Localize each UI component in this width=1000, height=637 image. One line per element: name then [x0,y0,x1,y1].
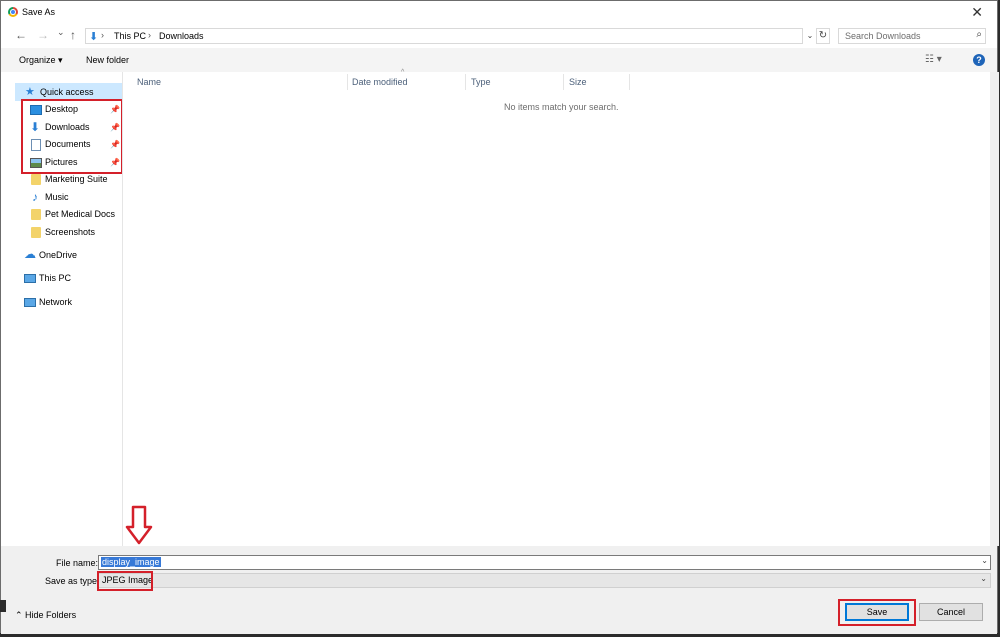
back-arrow-icon[interactable]: ← [15,28,27,42]
close-icon[interactable]: ✕ [971,4,983,21]
refresh-icon[interactable]: ↻ [816,28,830,44]
up-arrow-icon[interactable]: ↑ [70,28,76,42]
save-as-type-highlight [97,571,153,591]
breadcrumb-separator: › [101,30,104,40]
cloud-icon: ☁ [24,247,36,261]
column-header-label: Date modified [352,77,408,87]
star-icon: ★ [25,86,35,98]
breadcrumb-this-pc[interactable]: This PC [114,31,146,41]
organize-menu-button[interactable]: Organize ▾ [19,55,63,66]
new-folder-button[interactable]: New folder [86,55,129,65]
view-options-icon[interactable]: ☷ ▾ [925,54,942,65]
save-as-dialog: Save As ✕ ← → ⌄ ↑ ⬇ › This PC › Download… [0,0,999,634]
save-button-highlight [838,599,916,626]
save-as-type-select[interactable]: JPEG Image ⌄ [98,573,991,588]
down-arrow-icon [125,505,153,545]
pinned-items-highlight [21,99,123,174]
title-bar: Save As ✕ [1,1,997,24]
breadcrumb-separator: › [148,30,151,40]
help-icon[interactable]: ? [973,54,985,66]
sidebar-item-label: Screenshots [45,227,96,237]
column-header-type[interactable]: Type [466,74,564,90]
address-dropdown-chevron-icon[interactable]: ⌄ [804,28,816,44]
hide-folders-toggle[interactable]: ⌃ Hide Folders [15,610,76,621]
navigation-bar: ← → ⌄ ↑ ⬇ › This PC › Downloads ⌄ ↻ Sear… [1,25,997,47]
column-header-name[interactable]: Name [129,74,348,90]
address-bar[interactable]: ⬇ › This PC › Downloads [85,28,803,44]
column-header-label: Name [137,77,162,87]
column-header-label: Type [471,77,491,87]
file-list: Name ^ Date modified Type Size No items … [123,69,990,546]
cancel-button[interactable]: Cancel [919,603,983,621]
forward-arrow-icon[interactable]: → [37,28,49,42]
save-form: File name: display_image ⌄ Save as type:… [1,546,997,634]
window-title: Save As [22,7,56,17]
folder-icon [31,209,41,220]
empty-message: No items match your search. [504,102,619,112]
column-header-label: Size [569,77,587,87]
navigation-pane: ★ Quick access Desktop 📌 ⬇ Downloads 📌 D… [1,72,123,546]
file-name-value: display_image [101,557,161,567]
save-as-type-label: Save as type: [45,576,100,586]
chevron-up-icon: ⌃ [15,610,26,620]
sidebar-item-label: Quick access [40,87,94,97]
folder-icon [31,174,41,185]
column-header-size[interactable]: Size [564,74,630,90]
search-placeholder: Search Downloads [845,31,921,41]
sidebar-item-label: This PC [39,273,72,283]
sidebar-item-label: Pet Medical Docs [45,209,116,219]
window-edge [0,600,6,612]
chrome-icon [8,7,18,17]
sidebar-item-label: Network [39,297,73,307]
computer-icon [24,274,36,283]
folder-icon [31,227,41,238]
chevron-down-icon[interactable]: ⌄ [980,574,987,583]
sidebar-item-label: OneDrive [39,250,78,260]
network-icon [24,298,36,307]
file-name-input[interactable]: display_image ⌄ [98,555,991,570]
vertical-scrollbar[interactable] [990,72,999,546]
file-name-label: File name: [56,558,99,568]
download-arrow-icon: ⬇ [89,31,99,43]
sidebar-item-label: Marketing Suite [45,174,108,184]
chevron-down-icon[interactable]: ⌄ [981,556,988,565]
column-header-date-modified[interactable]: Date modified [348,74,466,90]
hide-folders-label: Hide Folders [25,610,77,620]
recent-locations-chevron-icon[interactable]: ⌄ [57,27,65,38]
music-note-icon: ♪ [32,190,38,204]
search-icon: ⌕ [976,29,982,40]
sidebar-item-label: Music [45,192,69,202]
command-bar: Organize ▾ New folder ☷ ▾ ? [1,48,997,72]
breadcrumb-downloads[interactable]: Downloads [159,31,204,41]
search-input[interactable]: Search Downloads ⌕ [838,28,986,44]
